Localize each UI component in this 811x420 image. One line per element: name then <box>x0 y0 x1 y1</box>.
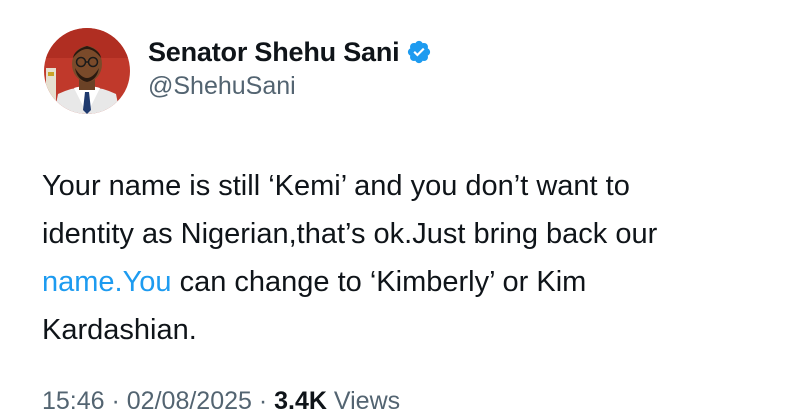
tweet-text-line: name.You can change to ‘Kimberly’ or Kim <box>42 258 782 306</box>
avatar[interactable] <box>44 28 130 114</box>
author-handle[interactable]: @ShehuSani <box>148 72 296 101</box>
tweet-meta: 15:46 · 02/08/2025 · 3.4K Views <box>42 386 400 416</box>
avatar-photo <box>44 28 130 114</box>
meta-separator: · <box>251 387 275 415</box>
tweet-text-line: identity as Nigerian,that’s ok.Just brin… <box>42 218 658 250</box>
tweet-text-segment: can change to ‘Kimberly’ or Kim <box>171 266 587 298</box>
author-name-row[interactable]: Senator Shehu Sani <box>148 36 432 68</box>
tweet-date[interactable]: 02/08/2025 <box>127 387 252 415</box>
tweet-text-line: Kardashian. <box>42 314 197 346</box>
views-count[interactable]: 3.4K <box>274 387 327 415</box>
tweet-time[interactable]: 15:46 <box>42 387 105 415</box>
author-display-name[interactable]: Senator Shehu Sani <box>148 37 400 68</box>
views-label: Views <box>326 387 401 415</box>
meta-separator: · <box>104 387 127 415</box>
tweet-text-line: Your name is still ‘Kemi’ and you don’t … <box>42 170 630 202</box>
tweet-card: Senator Shehu Sani @ShehuSani Your name … <box>0 0 811 420</box>
verified-badge-icon <box>408 40 431 64</box>
tweet-link[interactable]: name.You <box>42 266 172 298</box>
tweet-text: Your name is still ‘Kemi’ and you don’t … <box>42 162 782 354</box>
